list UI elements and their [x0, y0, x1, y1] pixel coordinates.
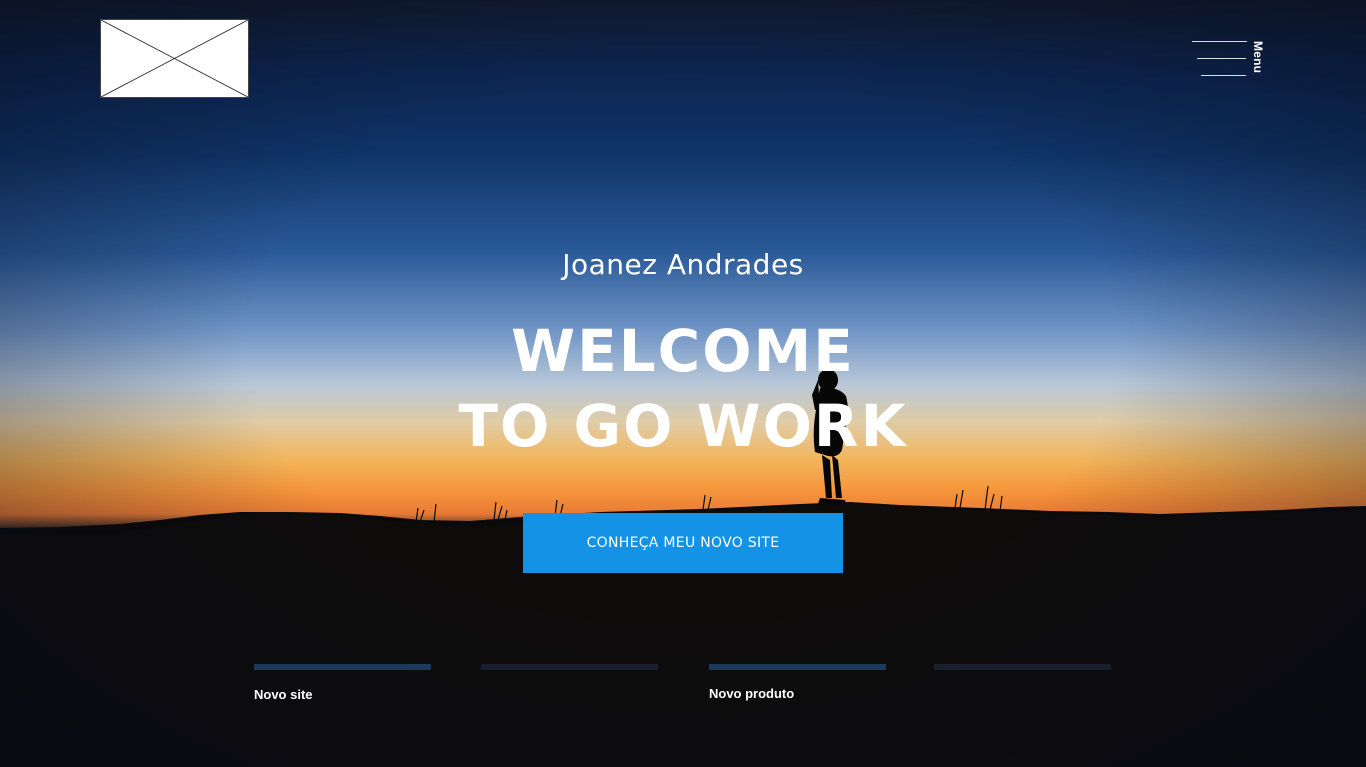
hero-headline-line-2: TO GO WORK [458, 392, 908, 460]
hero-section: Menu Joanez Andrades WELCOME TO GO WORK … [0, 0, 1366, 767]
hero-headline: WELCOME TO GO WORK [0, 314, 1366, 464]
slide-progress-bar [934, 664, 1111, 670]
slide-progress-bar [254, 664, 431, 670]
slide-tab-label: Novo site [254, 687, 313, 702]
slide-tab-3[interactable]: Novo produto [709, 664, 886, 710]
hero-headline-line-1: WELCOME [511, 317, 855, 385]
slide-progress-bar [709, 664, 886, 670]
slide-tab-1[interactable]: Novo site [254, 664, 431, 710]
slide-tab-label: Novo produto [709, 686, 795, 701]
menu-label: Menu [1251, 41, 1265, 74]
hero-subtitle: Joanez Andrades [562, 248, 804, 281]
menu-button[interactable]: Menu [1188, 38, 1268, 80]
hamburger-line-icon [1192, 41, 1247, 42]
logo-placeholder-icon[interactable] [100, 19, 249, 98]
cta-button[interactable]: CONHEÇA MEU NOVO SITE [523, 513, 843, 573]
slide-tab-2[interactable] [481, 664, 658, 710]
hamburger-line-icon [1197, 58, 1246, 59]
slide-tab-4[interactable] [934, 664, 1111, 710]
slide-progress-bar [481, 664, 658, 670]
hamburger-line-icon [1201, 75, 1246, 76]
